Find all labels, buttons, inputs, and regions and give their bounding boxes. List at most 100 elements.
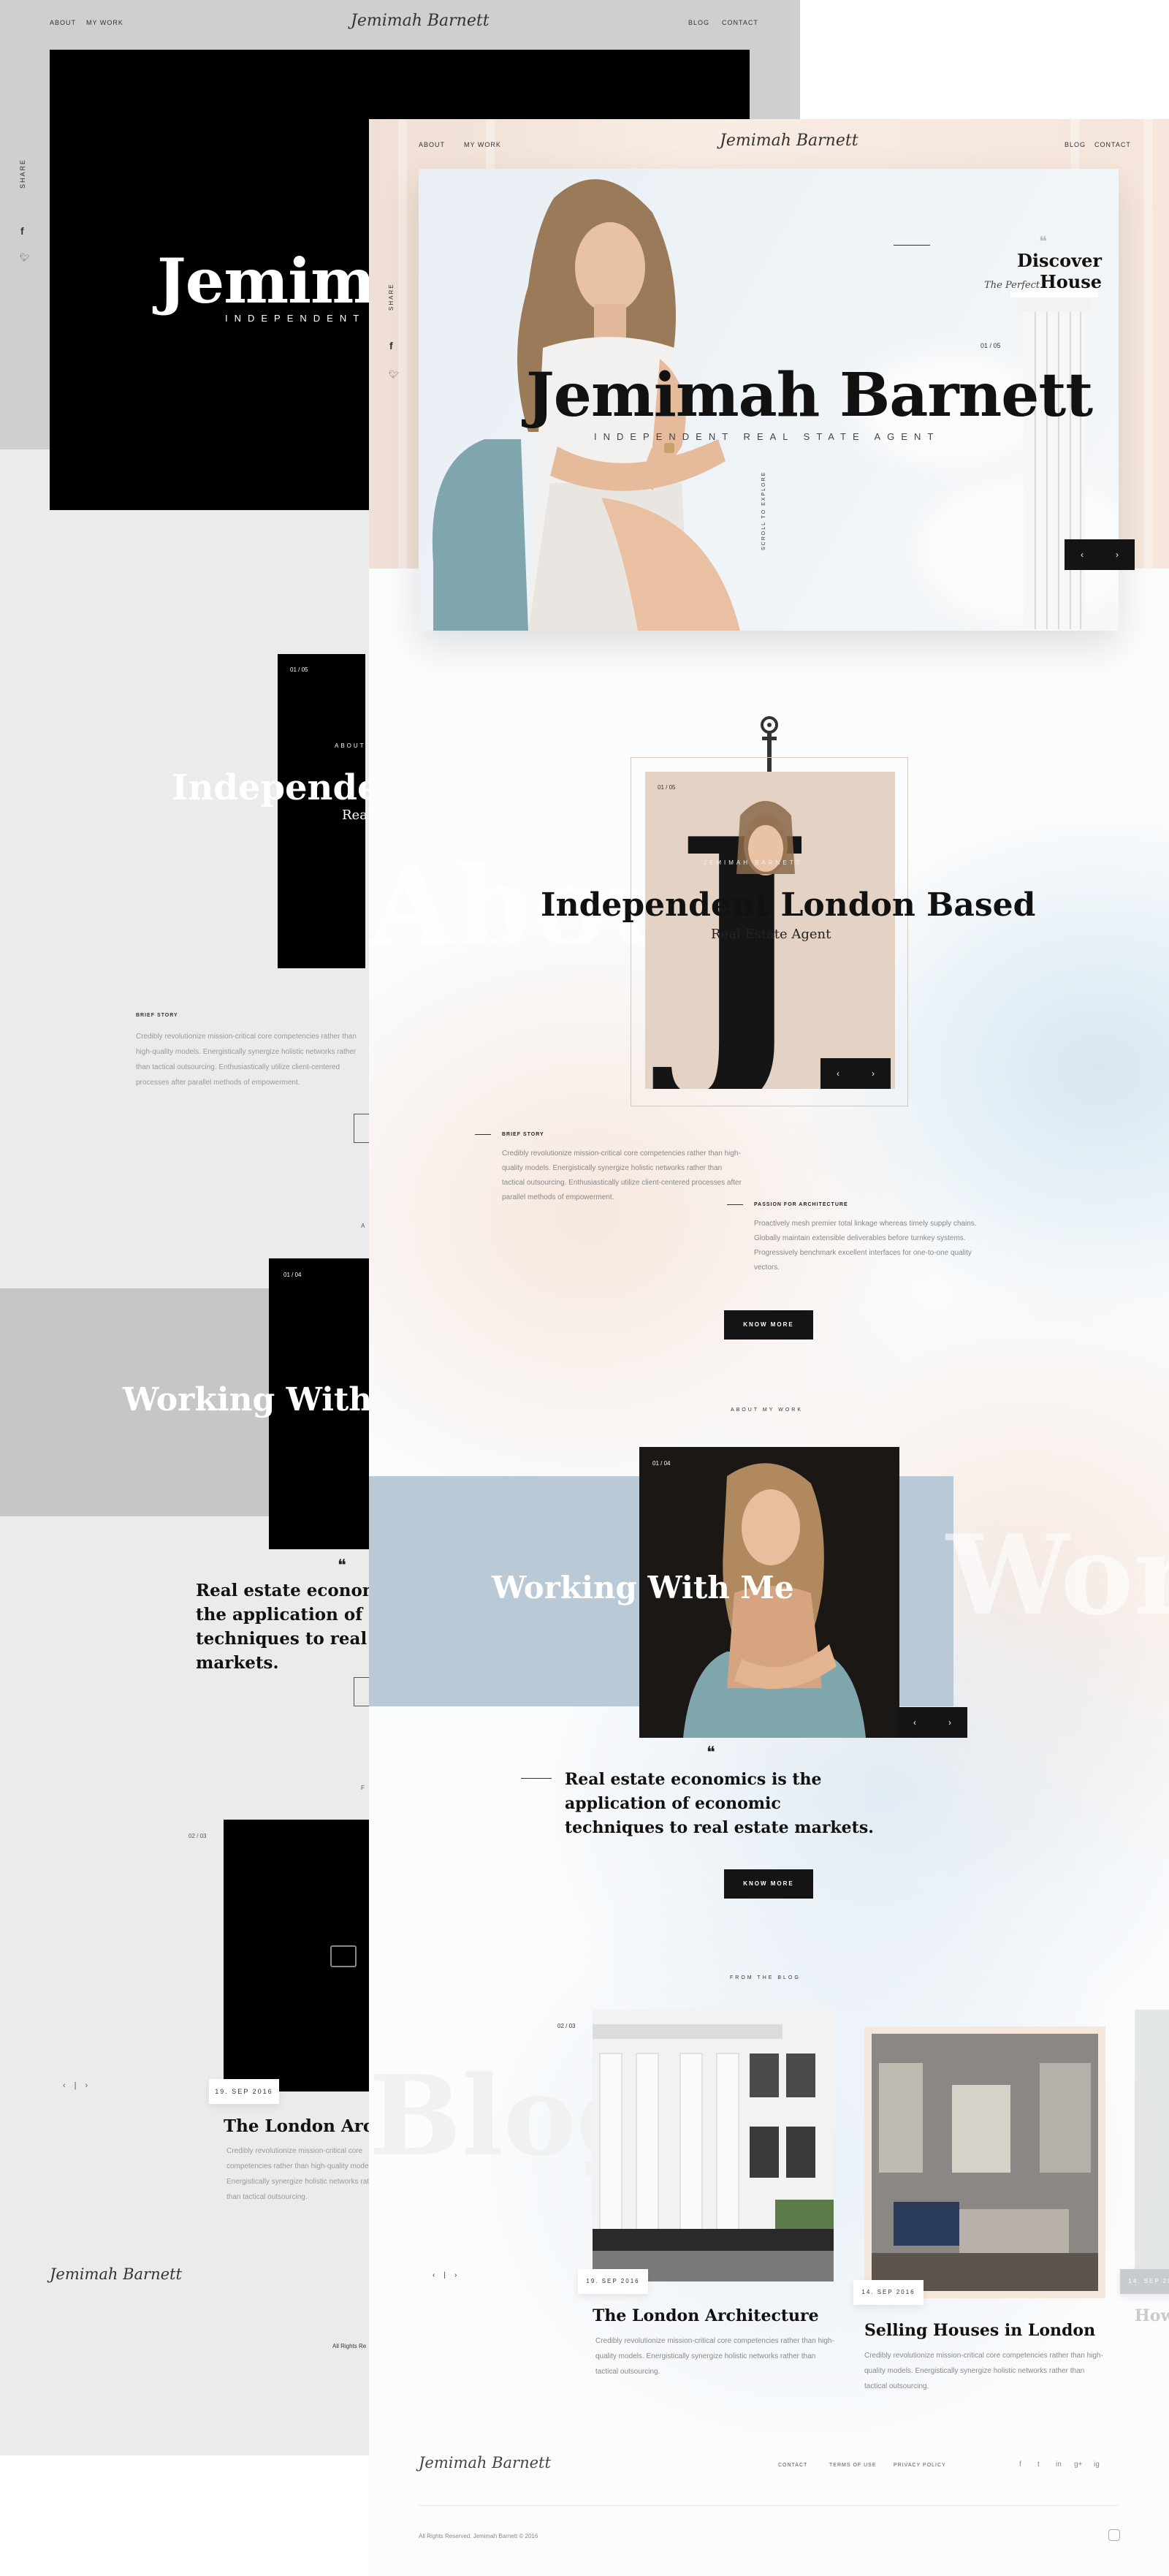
prev-arrow-icon[interactable]: ‹ (897, 1707, 932, 1738)
copyright: All Rights Re (332, 2343, 367, 2349)
nav-contact[interactable]: CONTACT (722, 19, 758, 26)
footer-link-terms[interactable]: TERMS OF USE (829, 2463, 877, 2468)
hero-subtitle: INDEPENDENT REAL STATE AGENT (594, 431, 940, 442)
next-icon[interactable]: › (85, 2081, 97, 2090)
nav-about[interactable]: ABOUT (419, 141, 445, 148)
quote-icon: ❝ (707, 1744, 715, 1762)
footer-logo[interactable]: Jemimah Barnett (50, 2265, 182, 2283)
post-title[interactable]: How (1135, 2306, 1169, 2325)
nav-contact[interactable]: CONTACT (1094, 141, 1131, 148)
brief-story-text: Credibly revolutionize mission-critical … (136, 1033, 357, 1087)
pager[interactable]: ‹|› (433, 2271, 465, 2279)
pager[interactable]: ‹|› (63, 2081, 96, 2090)
copyright: All Rights Reserved. Jemimah Barnett © 2… (419, 2533, 538, 2539)
prev-icon[interactable]: ‹ (433, 2271, 443, 2279)
date-badge: 14. SEP 2016 (1120, 2269, 1169, 2294)
footer-link-privacy[interactable]: PRIVACY POLICY (894, 2463, 946, 2468)
background-word: Work (946, 1511, 1169, 1640)
nav-my-work[interactable]: MY WORK (86, 19, 123, 26)
hero-title: Jemimah Barnett (526, 360, 1093, 430)
quote-text: Real estate economics is the application… (565, 1770, 874, 1837)
slide-counter: 02 / 03 (189, 1833, 207, 1839)
twitter-icon[interactable]: 🐦︎ (389, 370, 399, 379)
twitter-icon[interactable]: t (1037, 2461, 1040, 2469)
slide-counter: 01 / 05 (658, 784, 676, 791)
divider (894, 245, 930, 246)
nav-blog[interactable]: BLOG (1065, 141, 1086, 148)
about-slider-arrows[interactable]: ‹ › (820, 1058, 891, 1089)
slide-counter: 01 / 05 (290, 666, 308, 673)
divider (419, 2505, 1119, 2506)
next-arrow-icon[interactable]: › (1100, 539, 1135, 570)
section-label: FROM THE BLOG (730, 1975, 801, 1980)
divider: | (74, 2081, 85, 2090)
next-arrow-icon[interactable]: › (856, 1058, 891, 1089)
prev-icon[interactable]: ‹ (63, 2081, 75, 2090)
image-icon (330, 1945, 357, 1967)
share-label: SHARE (388, 283, 395, 311)
column-illustration (1010, 286, 1098, 629)
next-icon[interactable]: › (454, 2271, 465, 2279)
design-page: ABOUT MY WORK Jemimah Barnett BLOG CONTA… (369, 119, 1169, 2576)
facebook-icon[interactable]: f (389, 340, 393, 352)
share-label: SHARE (19, 158, 26, 189)
post-title[interactable]: Selling Houses in London (864, 2321, 1095, 2340)
know-more-button[interactable]: KNOW MORE (724, 1869, 813, 1899)
about-label: ABOUT (335, 742, 366, 749)
date-badge: 14. SEP 2016 (853, 2280, 924, 2305)
facebook-icon[interactable]: f (1019, 2461, 1021, 2469)
work-heading: Working With Me (492, 1570, 794, 1606)
discover-text: Discover (1017, 250, 1102, 271)
back-to-top-icon[interactable] (1108, 2529, 1120, 2541)
brief-story-label: BRIEF STORY (502, 1132, 544, 1137)
quote-icon: ❝ (338, 1557, 346, 1575)
nav-my-work[interactable]: MY WORK (464, 141, 501, 148)
date-badge: 19. SEP 2016 (578, 2269, 648, 2294)
nav-about[interactable]: ABOUT (50, 19, 76, 26)
logo[interactable]: Jemimah Barnett (351, 12, 490, 30)
slide-counter: 01 / 04 (283, 1272, 302, 1278)
about-heading: Independent London Based (541, 886, 1036, 924)
brief-story-text: Credibly revolutionize mission-critical … (502, 1150, 742, 1201)
work-slider-arrows[interactable]: ‹ › (897, 1707, 967, 1738)
know-more-button[interactable]: KNOW MORE (724, 1310, 813, 1340)
slide-counter: 01 / 04 (652, 1460, 671, 1467)
post-image-interior[interactable] (864, 2026, 1105, 2298)
scroll-label[interactable]: SCROLL TO EXPLORE (761, 471, 766, 550)
discover-block: ❝ Discover The PerfectHouse (984, 232, 1102, 292)
date-badge: 19. SEP 2016 (209, 2079, 279, 2104)
about-subheading: Real (342, 808, 372, 823)
next-arrow-icon[interactable]: › (932, 1707, 967, 1738)
logo[interactable]: Jemimah Barnett (720, 132, 858, 150)
divider (727, 1204, 743, 1205)
google-plus-icon[interactable]: g+ (1074, 2461, 1082, 2469)
divider: | (443, 2271, 454, 2279)
nav-blog[interactable]: BLOG (688, 19, 709, 26)
divider (475, 1134, 491, 1135)
facebook-icon[interactable]: f (20, 225, 24, 237)
hero-slider-arrows[interactable]: ‹ › (1065, 539, 1135, 570)
discover-italic: The Perfect (984, 280, 1040, 291)
post-image-architecture[interactable] (593, 2010, 834, 2281)
footer-link-contact[interactable]: CONTACT (778, 2463, 807, 2468)
brief-story-label: BRIEF STORY (136, 1013, 178, 1018)
about-subheading: Real Estate Agent (711, 927, 831, 942)
instagram-icon[interactable]: ig (1094, 2461, 1100, 2469)
post-excerpt: Credibly revolutionize mission-critical … (226, 2147, 380, 2201)
prev-arrow-icon[interactable]: ‹ (1065, 539, 1100, 570)
section-label: ABOUT MY WORK (731, 1407, 804, 1413)
footer-logo[interactable]: Jemimah Barnett (419, 2454, 551, 2471)
section-label: F (361, 1785, 365, 1791)
linkedin-icon[interactable]: in (1056, 2461, 1062, 2469)
section-label: A (361, 1223, 365, 1229)
post-title[interactable]: The London Arch (224, 2116, 386, 2136)
slide-counter: 02 / 03 (557, 2023, 576, 2029)
quote-icon: ❝ (1039, 232, 1047, 250)
passion-label: PASSION FOR ARCHITECTURE (754, 1202, 848, 1207)
post-title[interactable]: The London Architecture (593, 2306, 819, 2325)
prev-arrow-icon[interactable]: ‹ (820, 1058, 856, 1089)
post-image-third[interactable] (1135, 2010, 1169, 2281)
post-excerpt: Credibly revolutionize mission-critical … (864, 2352, 1103, 2390)
passion-text: Proactively mesh premier total linkage w… (754, 1220, 977, 1272)
twitter-icon[interactable]: 🐦︎ (20, 253, 30, 262)
